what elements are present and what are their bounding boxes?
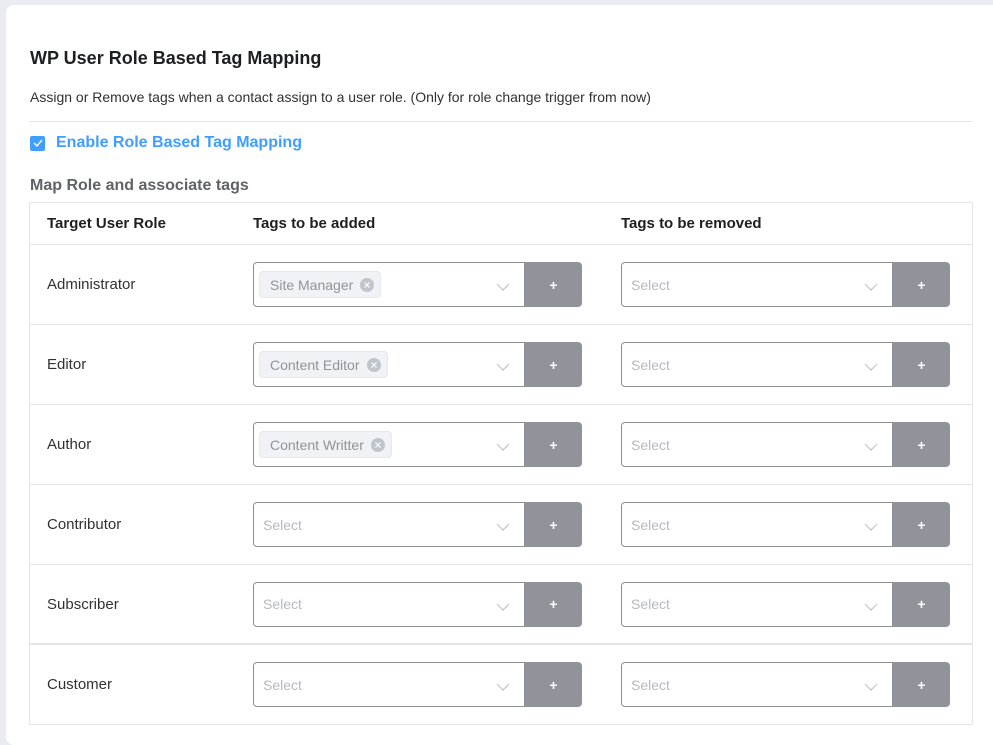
page-title: WP User Role Based Tag Mapping [30, 48, 322, 68]
tags-added-cell: Select + [253, 581, 621, 627]
divider [29, 121, 972, 122]
tag-remove-icon[interactable] [366, 357, 381, 372]
add-remove-tag-button[interactable]: + [893, 422, 950, 467]
table-row: Customer Select + Select + [30, 645, 972, 725]
select-placeholder: Select [631, 516, 670, 533]
tags-added-select[interactable]: Select [253, 502, 525, 547]
add-tag-button[interactable]: + [525, 342, 582, 387]
tags-removed-select[interactable]: Select [621, 581, 893, 627]
tags-removed-select[interactable]: Select [621, 662, 893, 707]
tags-removed-select[interactable]: Select [621, 502, 893, 547]
tags-added-select[interactable]: Site Manager [253, 262, 525, 307]
add-remove-tag-button[interactable]: + [893, 581, 950, 627]
tags-removed-cell: Select + [621, 422, 950, 467]
chevron-down-icon[interactable] [496, 279, 510, 297]
chevron-down-icon[interactable] [864, 439, 878, 457]
chevron-down-icon[interactable] [496, 679, 510, 697]
section-title: Map Role and associate tags [30, 177, 249, 194]
page-description: Assign or Remove tags when a contact ass… [30, 89, 651, 105]
tags-removed-select[interactable]: Select [621, 262, 893, 307]
add-remove-tag-button[interactable]: + [893, 502, 950, 547]
tags-added-cell: Select + [253, 662, 621, 707]
chevron-down-icon[interactable] [496, 359, 510, 377]
table-row: Author Content Writter + Select + [30, 405, 972, 485]
chevron-down-icon[interactable] [496, 519, 510, 537]
add-tag-button[interactable]: + [525, 581, 582, 627]
add-tag-button[interactable]: + [525, 502, 582, 547]
tags-removed-cell: Select + [621, 662, 950, 707]
tags-removed-cell: Select + [621, 502, 950, 547]
table-header: Target User Role Tags to be added Tags t… [30, 203, 972, 245]
chevron-down-icon[interactable] [864, 519, 878, 537]
header-target-user-role: Target User Role [47, 215, 166, 232]
tag-label: Site Manager [270, 276, 354, 293]
add-tag-button[interactable]: + [525, 422, 582, 467]
chevron-down-icon[interactable] [864, 679, 878, 697]
checkbox-checked-icon[interactable] [30, 135, 45, 151]
tags-removed-select[interactable]: Select [621, 342, 893, 387]
tag-chip: Site Manager [259, 271, 382, 298]
tags-removed-cell: Select + [621, 262, 950, 307]
chevron-down-icon[interactable] [864, 359, 878, 377]
add-remove-tag-button[interactable]: + [893, 662, 950, 707]
table-row: Administrator Site Manager + Select + [30, 245, 972, 325]
chevron-down-icon[interactable] [864, 279, 878, 297]
tags-removed-cell: Select + [621, 581, 950, 627]
table-row: Contributor Select + Select + [30, 485, 972, 565]
tags-removed-select[interactable]: Select [621, 422, 893, 467]
select-placeholder: Select [631, 276, 670, 293]
table-row: Subscriber Select + Select + [30, 565, 972, 645]
tag-chip: Content Editor [259, 351, 388, 378]
tag-label: Content Writter [270, 436, 364, 453]
header-tags-to-be-removed: Tags to be removed [621, 215, 762, 232]
role-name: Contributor [47, 516, 122, 533]
chevron-down-icon[interactable] [496, 439, 510, 457]
add-tag-button[interactable]: + [525, 262, 582, 307]
tags-added-cell: Content Writter + [253, 422, 621, 467]
chevron-down-icon[interactable] [864, 599, 878, 617]
tags-added-cell: Site Manager + [253, 262, 621, 307]
table-row: Editor Content Editor + Select + [30, 325, 972, 405]
tags-added-select[interactable]: Content Editor [253, 342, 525, 387]
select-placeholder: Select [263, 676, 302, 693]
role-name: Customer [47, 676, 113, 693]
role-mapping-table: Target User Role Tags to be added Tags t… [29, 202, 973, 725]
tags-added-select[interactable]: Content Writter [253, 422, 525, 467]
role-name: Editor [47, 356, 87, 373]
select-placeholder: Select [631, 356, 670, 373]
add-tag-button[interactable]: + [525, 662, 582, 707]
chevron-down-icon[interactable] [496, 599, 510, 617]
role-name: Subscriber [47, 595, 119, 613]
tag-chip: Content Writter [259, 431, 392, 458]
tag-remove-icon[interactable] [360, 277, 375, 292]
role-name: Administrator [47, 276, 136, 293]
tags-removed-cell: Select + [621, 342, 950, 387]
settings-card: WP User Role Based Tag Mapping Assign or… [6, 5, 993, 745]
tags-added-cell: Select + [253, 502, 621, 547]
tags-added-cell: Content Editor + [253, 342, 621, 387]
tags-added-select[interactable]: Select [253, 662, 525, 707]
select-placeholder: Select [263, 516, 302, 533]
enable-role-mapping-label: Enable Role Based Tag Mapping [56, 134, 302, 151]
select-placeholder: Select [263, 596, 302, 612]
select-placeholder: Select [631, 436, 670, 453]
add-remove-tag-button[interactable]: + [893, 262, 950, 307]
header-tags-to-be-added: Tags to be added [253, 215, 376, 232]
tag-remove-icon[interactable] [370, 437, 385, 452]
select-placeholder: Select [631, 676, 670, 693]
enable-role-mapping-checkbox[interactable]: Enable Role Based Tag Mapping [30, 134, 302, 152]
select-placeholder: Select [631, 596, 670, 612]
tag-label: Content Editor [270, 356, 360, 373]
tags-added-select[interactable]: Select [253, 581, 525, 627]
add-remove-tag-button[interactable]: + [893, 342, 950, 387]
role-name: Author [47, 436, 92, 453]
